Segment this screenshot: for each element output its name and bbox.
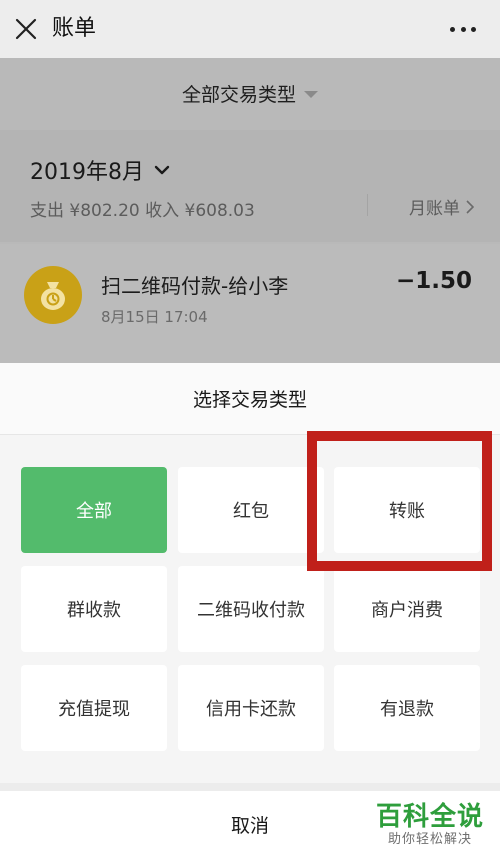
- more-options-button[interactable]: [450, 20, 476, 38]
- more-dot-icon: [460, 26, 466, 32]
- transaction-amount: −1.50: [395, 268, 472, 294]
- type-option-all[interactable]: 全部: [21, 467, 167, 553]
- more-dot-icon: [471, 26, 476, 32]
- page-title: 账单: [52, 16, 97, 41]
- sheet-title: 选择交易类型: [0, 363, 500, 435]
- type-option-group-collection[interactable]: 群收款: [21, 566, 167, 652]
- type-option-topup-withdraw[interactable]: 充值提现: [21, 665, 167, 751]
- income-expense-summary: 支出 ¥802.20 收入 ¥608.03: [30, 201, 255, 221]
- monthly-bill-link[interactable]: 月账单: [409, 194, 474, 219]
- watermark-subtitle: 助你轻松解决: [387, 832, 472, 847]
- transaction-type-filter[interactable]: 全部交易类型: [0, 58, 500, 128]
- transaction-time: 8月15日 17:04: [101, 308, 208, 326]
- watermark-title: 百科全说: [375, 802, 484, 832]
- type-option-merchant[interactable]: 商户消费: [334, 566, 480, 652]
- money-bag-icon: [41, 282, 65, 310]
- month-selector[interactable]: 2019年8月: [30, 154, 170, 186]
- dimmed-bill-content: 全部交易类型 2019年8月 支出 ¥802.20 收入 ¥608.03 月账单: [0, 58, 500, 363]
- top-bar: 账单: [0, 0, 500, 58]
- more-dot-icon: [450, 26, 455, 32]
- type-option-qr-payment[interactable]: 二维码收付款: [178, 566, 324, 652]
- monthly-bill-label: 月账单: [409, 199, 460, 219]
- caret-down-icon: [304, 91, 318, 98]
- type-option-refund[interactable]: 有退款: [334, 665, 480, 751]
- divider: [0, 783, 500, 791]
- transaction-type-sheet: 选择交易类型 全部 红包 转账 群收款 二维码收付款 商户消费 充值提现 信用卡…: [0, 363, 500, 858]
- chevron-right-icon: [466, 199, 474, 214]
- payment-avatar: [24, 266, 82, 324]
- close-button[interactable]: [14, 17, 38, 41]
- type-option-transfer[interactable]: 转账: [334, 467, 480, 553]
- watermark-logo: 百科全说 助你轻松解决: [376, 802, 484, 848]
- filter-label: 全部交易类型: [181, 83, 296, 106]
- month-label: 2019年8月: [30, 160, 144, 185]
- transaction-row[interactable]: 扫二维码付款-给小李 8月15日 17:04 −1.50: [0, 244, 500, 363]
- transaction-title: 扫二维码付款-给小李: [101, 274, 289, 298]
- month-summary-section: 2019年8月 支出 ¥802.20 收入 ¥608.03 月账单: [0, 130, 500, 242]
- close-icon: [15, 18, 37, 40]
- type-option-credit-card[interactable]: 信用卡还款: [178, 665, 324, 751]
- divider: [367, 194, 368, 216]
- type-option-red-packet[interactable]: 红包: [178, 467, 324, 553]
- chevron-down-icon: [154, 165, 170, 175]
